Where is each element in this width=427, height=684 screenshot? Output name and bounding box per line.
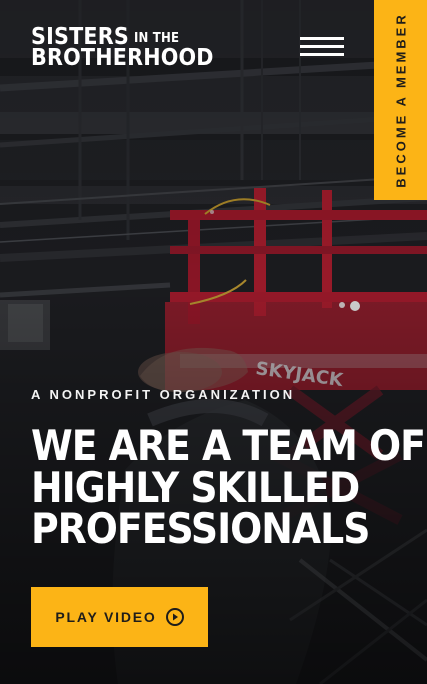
hamburger-menu-icon [300, 45, 344, 48]
brand-word-in-the: IN THE [134, 31, 180, 46]
become-member-tab[interactable]: BECOME A MEMBER [374, 0, 427, 200]
brand-logo[interactable]: SISTERS IN THE BROTHERHOOD [31, 26, 214, 71]
right-foreground-grid [289, 528, 427, 684]
shadowed-left-panel [0, 300, 50, 350]
hero-headline-line-3: PROFESSIONALS [31, 504, 370, 554]
hamburger-menu-icon [300, 53, 344, 56]
hero-headline-line-2: HIGHLY SKILLED [31, 462, 360, 512]
play-circle-icon [165, 608, 184, 626]
become-member-label: BECOME A MEMBER [393, 12, 408, 188]
hero-eyebrow: A NONPROFIT ORGANIZATION [31, 387, 296, 402]
hamburger-menu-icon [300, 37, 344, 40]
hero-headline: WE ARE A TEAM OF HIGHLY SKILLED PROFESSI… [31, 421, 426, 554]
hero-page: SKYJACK SISTERS IN THE BROTHERHOOD BECOM… [0, 0, 427, 684]
hero-background-scene: SKYJACK [0, 0, 427, 684]
play-video-label: PLAY VIDEO [55, 609, 157, 625]
hero-dark-overlay [0, 0, 427, 684]
brand-word-brotherhood: BROTHERHOOD [31, 44, 214, 71]
hero-headline-line-1: WE ARE A TEAM OF [31, 421, 426, 470]
lights [210, 210, 360, 311]
play-video-button[interactable]: PLAY VIDEO [31, 587, 208, 647]
menu-button[interactable] [300, 34, 344, 58]
